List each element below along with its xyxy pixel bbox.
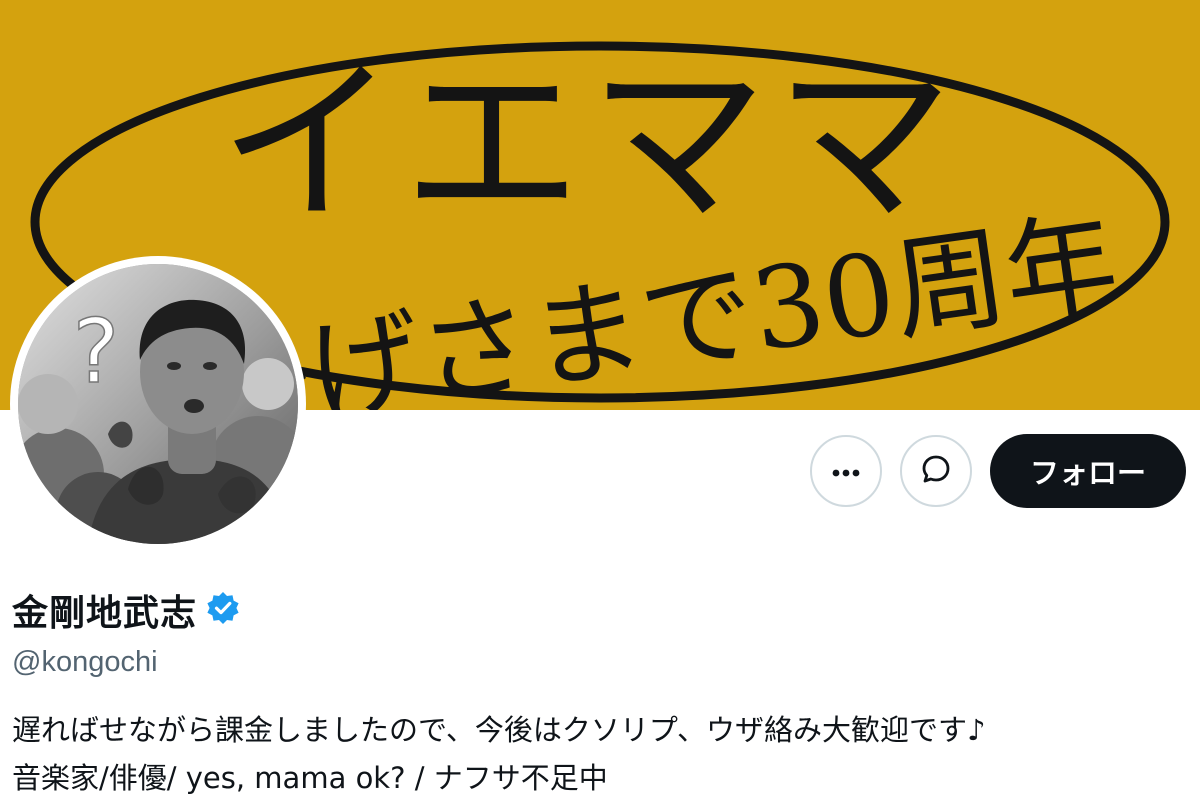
verified-badge-icon[interactable] (205, 590, 241, 630)
follow-button[interactable]: フォロー (990, 434, 1186, 508)
name-row: 金剛地武志 (12, 584, 241, 636)
profile-bio: 遅ればせながら課金しましたので、今後はクソリプ、ウザ絡み大歓迎です♪ 音楽家/俳… (12, 706, 1188, 800)
profile-actions: フォロー (810, 434, 1186, 508)
profile-avatar[interactable]: ? (10, 256, 306, 552)
bio-line: 遅ればせながら課金しましたので、今後はクソリプ、ウザ絡み大歓迎です♪ (12, 713, 986, 747)
banner-title-line1: イエママ (219, 40, 961, 247)
display-name: 金剛地武志 (12, 593, 198, 634)
avatar-photo: ? (18, 264, 298, 544)
question-mark: ? (73, 300, 120, 403)
message-bubble-icon (920, 453, 952, 489)
profile-page: イエママ おかげさまで30周年 ? フォロー 金剛地武志 @kongochi 遅… (0, 0, 1200, 800)
bio-line: 音楽家/俳優/ yes, mama ok? / ナフサ不足中 (12, 761, 608, 795)
message-button[interactable] (900, 435, 972, 507)
more-button[interactable] (810, 435, 882, 507)
user-handle: @kongochi (12, 646, 158, 678)
more-horizontal-icon (832, 462, 860, 481)
